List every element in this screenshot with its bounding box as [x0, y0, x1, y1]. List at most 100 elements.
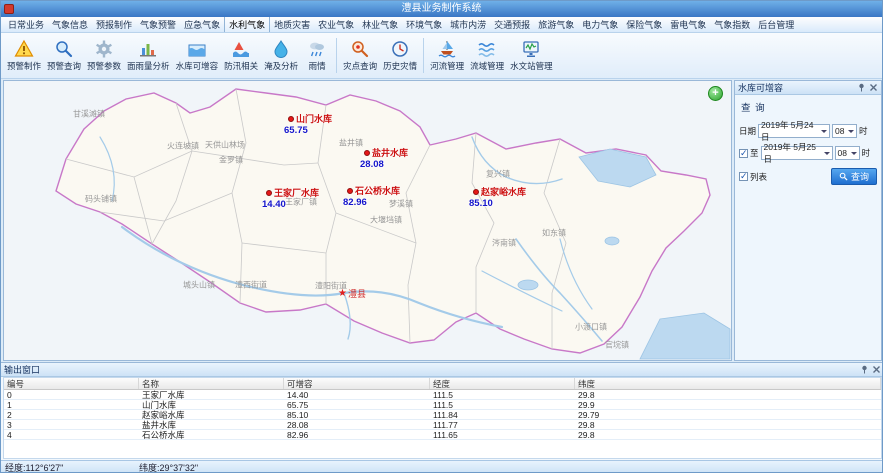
column-header[interactable]: 编号 — [4, 378, 139, 389]
menu-tab[interactable]: 交通预报 — [490, 16, 534, 32]
warning-search-icon — [54, 39, 74, 59]
menu-tab[interactable]: 环境气象 — [402, 16, 446, 32]
table-cell: 29.79 — [575, 410, 881, 420]
menu-tab[interactable]: 电力气象 — [578, 16, 622, 32]
table-cell: 28.08 — [284, 420, 430, 430]
table-cell: 1 — [4, 400, 139, 410]
map-zoom-in-button[interactable]: + — [708, 86, 723, 101]
toolbar-button[interactable]: 预警参数 — [84, 34, 124, 77]
table-row[interactable]: 0王家厂水库14.40111.529.8 — [4, 390, 881, 400]
column-header[interactable]: 纬度 — [575, 378, 881, 389]
menu-tab[interactable]: 水利气象 — [224, 15, 270, 32]
toolbar-button[interactable]: 雨情 — [301, 34, 333, 77]
table-cell: 3 — [4, 420, 139, 430]
toolbar-button-label: 灾点查询 — [343, 60, 377, 72]
menu-tab[interactable]: 气象信息 — [48, 16, 92, 32]
history-disaster-icon — [390, 39, 410, 59]
menu-tab[interactable]: 保险气象 — [622, 16, 666, 32]
pin-icon[interactable] — [860, 365, 869, 374]
toolbar-button[interactable]: 历史灾情 — [380, 34, 420, 77]
map-area[interactable]: 甘溪滩镇火连坡镇天供山林场金罗镇盐井镇码头铺镇王家厂镇梦溪镇大堰垱镇复兴镇涔南镇… — [3, 80, 732, 361]
menu-tab[interactable]: 后台管理 — [754, 16, 798, 32]
table-cell: 111.84 — [430, 410, 575, 420]
toolbar-button[interactable]: 流域管理 — [467, 34, 507, 77]
flood-related-icon — [231, 39, 251, 59]
table-cell: 65.75 — [284, 400, 430, 410]
menu-tab[interactable]: 农业气象 — [314, 16, 358, 32]
table-cell: 4 — [4, 430, 139, 440]
toolbar-button-label: 雨情 — [309, 60, 326, 72]
toolbar-button-label: 预警参数 — [87, 60, 121, 72]
menu-tab[interactable]: 雷电气象 — [666, 16, 710, 32]
column-header[interactable]: 名称 — [139, 378, 284, 389]
list-label: 列表 — [750, 171, 767, 183]
toolbar-button-label: 淹及分析 — [264, 60, 298, 72]
menu-tab[interactable]: 城市内涝 — [446, 16, 490, 32]
table-header-row: 编号名称可增容经度纬度 — [4, 378, 881, 390]
column-header[interactable]: 经度 — [430, 378, 575, 389]
hour-to-dropdown[interactable]: 08 — [835, 146, 860, 160]
query-button[interactable]: 查询 — [831, 168, 877, 185]
app-window: 澧县业务制作系统 日常业务气象信息预报制作气象预警应急气象水利气象地质灾害农业气… — [0, 0, 883, 473]
warning-make-icon — [14, 39, 34, 59]
toolbar-button[interactable]: 水文站管理 — [507, 34, 556, 77]
panel-title: 输出窗口 — [4, 363, 857, 376]
county-map-canvas[interactable] — [4, 81, 731, 360]
toolbar-button[interactable]: 防汛相关 — [221, 34, 261, 77]
date-from-dropdown[interactable]: 2019年 5月24日 — [758, 124, 830, 138]
toolbar-button[interactable]: 预警制作 — [4, 34, 44, 77]
close-icon[interactable] — [869, 83, 878, 92]
output-table: 编号名称可增容经度纬度 0王家厂水库14.40111.529.81山门水库65.… — [3, 377, 882, 459]
table-cell: 0 — [4, 390, 139, 400]
to-label: 至 — [750, 147, 759, 159]
table-row[interactable]: 4石公桥水库82.96111.6529.8 — [4, 430, 881, 440]
table-cell: 2 — [4, 410, 139, 420]
table-cell: 29.8 — [575, 390, 881, 400]
warning-params-icon — [94, 39, 114, 59]
toolbar-button[interactable]: 水库可增容 — [173, 34, 222, 77]
toolbar-button-label: 预警制作 — [7, 60, 41, 72]
date-to-dropdown[interactable]: 2019年 5月25日 — [761, 146, 833, 160]
table-body: 0王家厂水库14.40111.529.81山门水库65.75111.529.92… — [4, 390, 881, 440]
disaster-point-search-icon — [350, 39, 370, 59]
table-row[interactable]: 1山门水库65.75111.529.9 — [4, 400, 881, 410]
query-form: 日期 2019年 5月24日 08 时 至 2019年 5月25日 — [735, 114, 881, 185]
menu-tab[interactable]: 气象指数 — [710, 16, 754, 32]
window-title: 澧县业务制作系统 — [402, 3, 482, 14]
toolbar-button[interactable]: 预警查询 — [44, 34, 84, 77]
close-icon[interactable] — [872, 365, 881, 374]
to-date-checkbox[interactable] — [739, 149, 748, 158]
menu-tab[interactable]: 旅游气象 — [534, 16, 578, 32]
toolbar-button[interactable]: 面雨量分析 — [124, 34, 173, 77]
menu-tab[interactable]: 应急气象 — [180, 16, 224, 32]
table-cell: 111.65 — [430, 430, 575, 440]
toolbar-button[interactable]: 淹及分析 — [261, 34, 301, 77]
toolbar-button-label: 预警查询 — [47, 60, 81, 72]
table-row[interactable]: 3盐井水库28.08111.7729.8 — [4, 420, 881, 430]
app-icon — [4, 4, 14, 14]
menu-tab[interactable]: 地质灾害 — [270, 16, 314, 32]
column-header[interactable]: 可增容 — [284, 378, 430, 389]
area-rain-analysis-icon — [138, 39, 158, 59]
panel-title: 水库可增容 — [738, 81, 854, 94]
latitude-readout: 纬度:29°37'32" — [139, 461, 198, 473]
pin-icon[interactable] — [857, 83, 866, 92]
hour-suffix-label: 时 — [859, 125, 868, 137]
table-cell: 29.8 — [575, 420, 881, 430]
toolbar-button[interactable]: 河流管理 — [427, 34, 467, 77]
table-row[interactable]: 2赵家峪水库85.10111.8429.79 — [4, 410, 881, 420]
basin-management-icon — [477, 39, 497, 59]
menu-tab[interactable]: 日常业务 — [4, 16, 48, 32]
menu-tab[interactable]: 预报制作 — [92, 16, 136, 32]
toolbar-separator — [423, 38, 424, 73]
table-cell: 14.40 — [284, 390, 430, 400]
table-cell: 29.8 — [575, 430, 881, 440]
hour-from-dropdown[interactable]: 08 — [832, 124, 857, 138]
river-management-icon — [437, 39, 457, 59]
toolbar-button[interactable]: 灾点查询 — [340, 34, 380, 77]
menu-tab[interactable]: 林业气象 — [358, 16, 402, 32]
list-checkbox[interactable] — [739, 172, 748, 181]
search-icon — [839, 172, 848, 181]
toolbar-button-label: 防汛相关 — [224, 60, 258, 72]
menu-tab[interactable]: 气象预警 — [136, 16, 180, 32]
